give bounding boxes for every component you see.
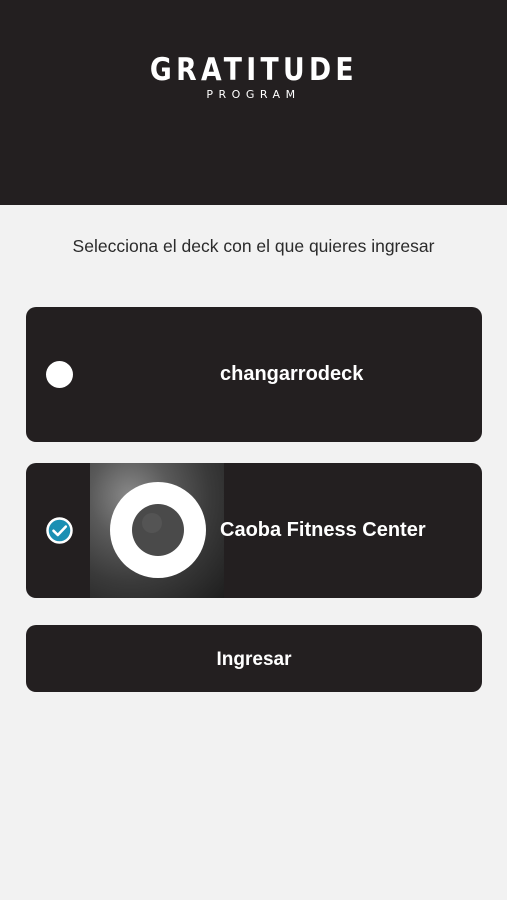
logo-wordmark: GRATITUDE (149, 52, 358, 88)
logo-subtitle: PROGRAM (206, 88, 301, 101)
ingresar-button[interactable]: Ingresar (26, 625, 482, 692)
deck-option-changarrodeck[interactable]: changarrodeck (26, 307, 482, 442)
app-header: GRATITUDE PROGRAM (0, 0, 507, 205)
deck-name: Caoba Fitness Center (220, 519, 426, 541)
select-deck-prompt: Selecciona el deck con el que quieres in… (72, 236, 435, 256)
gratitude-logo: GRATITUDE PROGRAM (0, 52, 507, 101)
deck-logo-image (90, 463, 224, 598)
deck-option-caoba-fitness-center[interactable]: Caoba Fitness Center (26, 463, 482, 598)
deck-name: changarrodeck (220, 363, 364, 385)
check-circle-icon[interactable] (46, 517, 73, 544)
radio-empty-icon[interactable] (46, 361, 73, 388)
